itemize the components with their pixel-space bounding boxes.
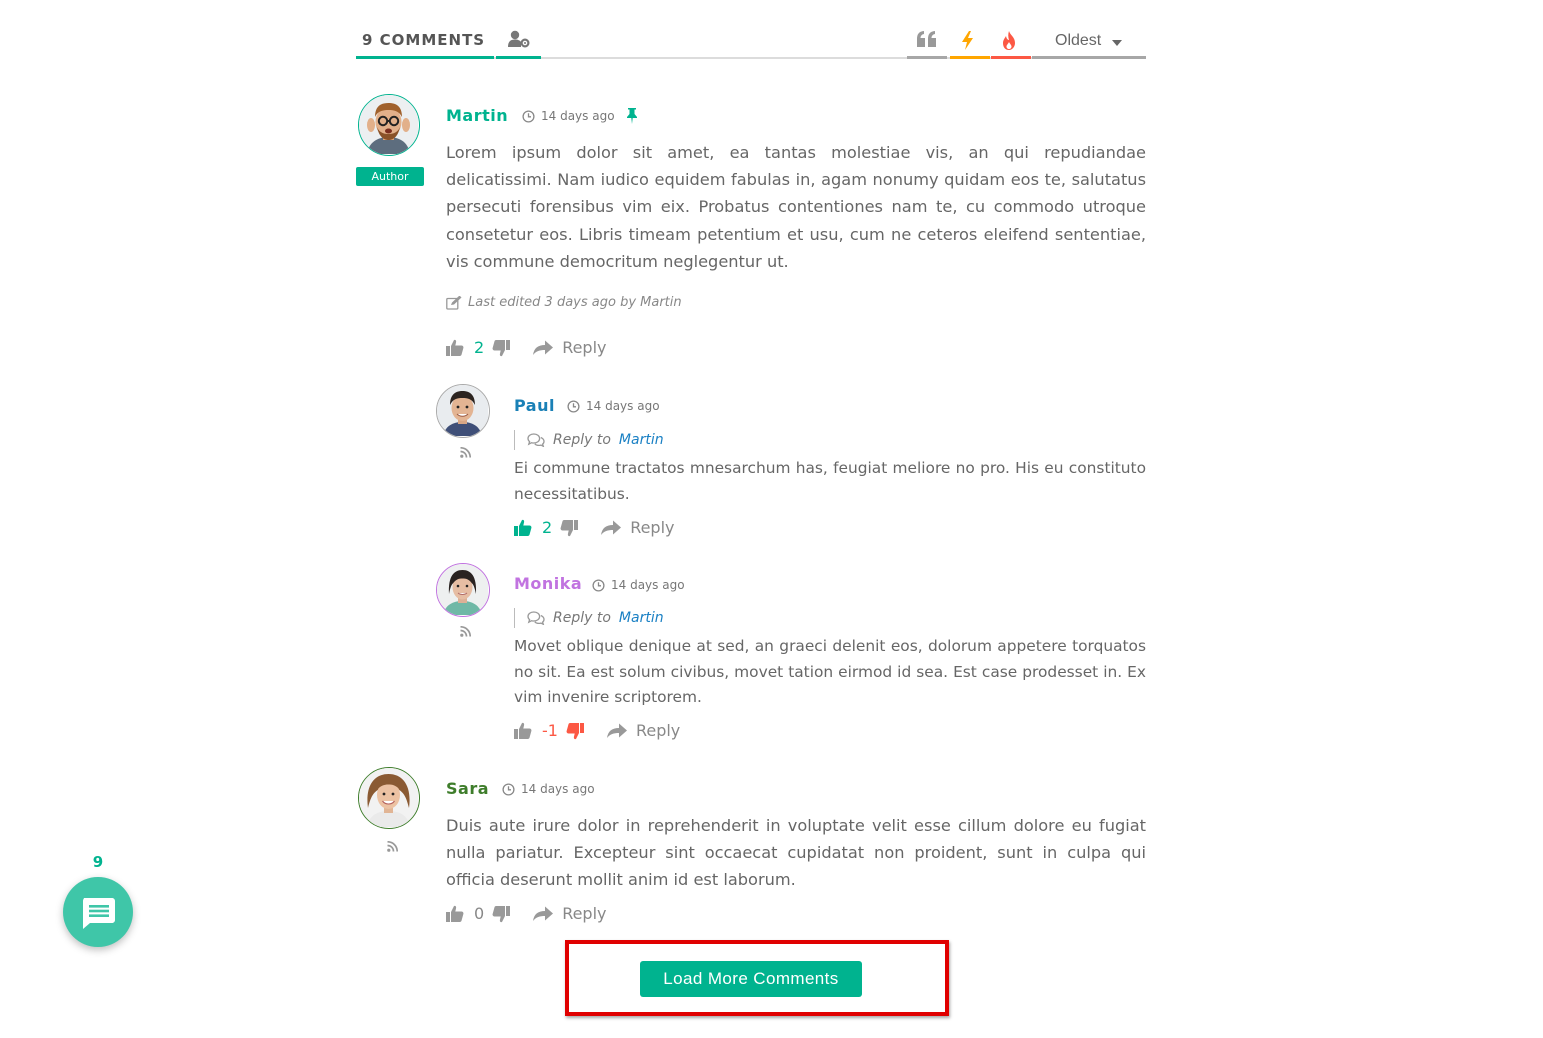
rss-icon[interactable] bbox=[460, 447, 471, 458]
avatar-martin-image bbox=[359, 95, 418, 154]
clock-icon bbox=[567, 399, 580, 413]
thumbs-down-icon[interactable] bbox=[492, 339, 511, 357]
reply-to-label: Reply to bbox=[553, 432, 611, 448]
avatar-monika[interactable] bbox=[436, 563, 490, 617]
thumbs-up-icon[interactable] bbox=[514, 519, 532, 537]
reply-to-author-link[interactable]: Martin bbox=[619, 610, 664, 626]
reply-to-label: Reply to bbox=[553, 610, 611, 626]
avatar-paul[interactable] bbox=[436, 384, 490, 438]
comment-text: Ei commune tractatos mnesarchum has, feu… bbox=[514, 459, 1146, 503]
reply-to-line: Reply to Martin bbox=[514, 608, 664, 628]
thumbs-up-icon[interactable] bbox=[446, 905, 464, 923]
comment-actions: -1 Reply bbox=[514, 721, 680, 740]
rss-icon[interactable] bbox=[460, 626, 471, 637]
avatar-martin[interactable] bbox=[358, 94, 420, 156]
vote-count: 0 bbox=[474, 904, 485, 923]
clock-icon bbox=[502, 782, 515, 796]
rss-icon[interactable] bbox=[387, 841, 398, 852]
sort-order-dropdown[interactable]: Oldest bbox=[1032, 20, 1146, 59]
comment-author[interactable]: Monika bbox=[514, 574, 582, 593]
sort-order-value: Oldest bbox=[1055, 32, 1102, 49]
comment-time-text: 14 days ago bbox=[541, 109, 615, 123]
comment-text: Lorem ipsum dolor sit amet, ea tantas mo… bbox=[446, 143, 1146, 271]
avatar-sara-image bbox=[359, 768, 418, 827]
comment-timestamp[interactable]: 14 days ago bbox=[522, 109, 615, 123]
comment-author[interactable]: Sara bbox=[446, 779, 489, 798]
comment-actions: 0 Reply bbox=[446, 904, 607, 923]
reply-arrow-icon[interactable] bbox=[532, 906, 554, 922]
reply-to-line: Reply to Martin bbox=[514, 430, 664, 450]
thumbs-down-icon[interactable] bbox=[566, 722, 584, 740]
comment-timestamp[interactable]: 14 days ago bbox=[502, 782, 595, 796]
caret-down-icon bbox=[1112, 40, 1122, 46]
load-more-button[interactable]: Load More Comments bbox=[640, 961, 862, 997]
chat-bubbles-icon bbox=[527, 611, 545, 625]
comment-time-text: 14 days ago bbox=[586, 399, 660, 413]
comments-bubble-button[interactable] bbox=[63, 877, 133, 947]
pin-icon bbox=[626, 108, 638, 128]
comment-count-label: 9 COMMENTS bbox=[362, 31, 486, 49]
sort-trending-tab[interactable] bbox=[991, 20, 1031, 59]
user-settings-tab[interactable] bbox=[496, 20, 541, 59]
reply-arrow-icon[interactable] bbox=[600, 520, 622, 536]
comment-text: Movet oblique denique at sed, an graeci … bbox=[514, 637, 1146, 707]
clock-icon bbox=[592, 578, 605, 592]
thumbs-down-icon[interactable] bbox=[560, 519, 579, 537]
clock-icon bbox=[522, 109, 535, 123]
chat-bubbles-icon bbox=[527, 433, 545, 447]
avatar-monika-image bbox=[437, 564, 488, 615]
comment-text: Duis aute irure dolor in reprehenderit i… bbox=[446, 816, 1146, 890]
quote-icon bbox=[917, 31, 936, 47]
reply-to-author-link[interactable]: Martin bbox=[619, 432, 664, 448]
thumbs-up-icon[interactable] bbox=[446, 339, 464, 357]
edit-note-text: Last edited 3 days ago by Martin bbox=[468, 295, 682, 310]
comment-time-text: 14 days ago bbox=[521, 782, 595, 796]
reply-button[interactable]: Reply bbox=[562, 338, 606, 357]
comments-toolbar: 9 COMMENTS Oldest bbox=[356, 20, 1146, 60]
comment-author[interactable]: Martin bbox=[446, 106, 508, 125]
comment-timestamp[interactable]: 14 days ago bbox=[567, 399, 660, 413]
vote-count: 2 bbox=[542, 518, 553, 537]
bolt-icon bbox=[962, 31, 973, 50]
sort-most-reacted-tab[interactable] bbox=[907, 20, 947, 59]
bubble-count: 9 bbox=[92, 853, 104, 871]
comment-time-text: 14 days ago bbox=[611, 578, 685, 592]
thumbs-down-icon[interactable] bbox=[492, 905, 511, 923]
avatar-paul-image bbox=[437, 385, 488, 436]
comment-count-tab[interactable]: 9 COMMENTS bbox=[356, 20, 494, 59]
reply-arrow-icon[interactable] bbox=[532, 340, 554, 356]
reply-button[interactable]: Reply bbox=[636, 721, 680, 740]
reply-button[interactable]: Reply bbox=[630, 518, 674, 537]
fire-icon bbox=[1003, 31, 1015, 50]
comment-actions: 2 Reply bbox=[514, 518, 675, 537]
comment-timestamp[interactable]: 14 days ago bbox=[592, 578, 685, 592]
comment-actions: 2 Reply bbox=[446, 338, 607, 357]
sort-hottest-tab[interactable] bbox=[950, 20, 990, 59]
reply-button[interactable]: Reply bbox=[562, 904, 606, 923]
edit-icon bbox=[446, 295, 462, 310]
author-badge: Author bbox=[356, 167, 424, 186]
comment-bubble-icon bbox=[83, 898, 115, 929]
comment-author[interactable]: Paul bbox=[514, 396, 555, 415]
edit-note: Last edited 3 days ago by Martin bbox=[446, 295, 682, 310]
reply-arrow-icon[interactable] bbox=[606, 723, 628, 739]
thumbs-up-icon[interactable] bbox=[514, 722, 532, 740]
avatar-sara[interactable] bbox=[358, 767, 420, 829]
user-settings-icon bbox=[508, 30, 530, 48]
vote-count: -1 bbox=[542, 721, 558, 740]
vote-count: 2 bbox=[474, 338, 485, 357]
